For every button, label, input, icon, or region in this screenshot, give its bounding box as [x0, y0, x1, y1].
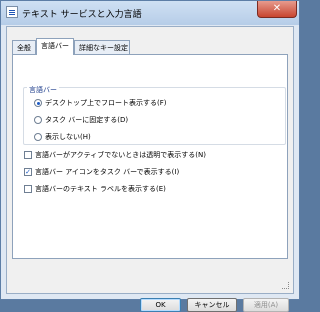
checkbox-text-labels-label: 言語バーのテキスト ラベルを表示する(E): [35, 185, 166, 193]
close-icon: ✕: [272, 3, 282, 14]
keyboard-icon: [6, 6, 18, 18]
language-bar-group-label: 言語バー: [27, 85, 59, 95]
dialog-window: テキスト サービスと入力言語 ✕ 全般 言語バー 詳細なキー設定 デスクトップ上…: [0, 0, 300, 312]
resize-grip[interactable]: [282, 282, 289, 289]
tab-general[interactable]: 全般: [12, 40, 36, 54]
ok-button[interactable]: OK: [140, 298, 181, 312]
cancel-button[interactable]: キャンセル: [187, 298, 237, 312]
radio-hidden-label: 表示しない(H): [45, 133, 91, 141]
apply-button[interactable]: 適用(A): [243, 298, 289, 312]
radio-button[interactable]: [34, 133, 42, 141]
checkbox[interactable]: [24, 151, 32, 159]
checkbox-checked[interactable]: ✓: [24, 168, 32, 176]
checkbox-taskbar-icon-label: 言語バー アイコンをタスク バーで表示する(I): [35, 168, 180, 176]
checkbox-transparent-label: 言語バーがアクティブでないときは透明で表示する(N): [35, 151, 206, 159]
radio-floating-label: デスクトップ上でフロート表示する(F): [45, 99, 167, 107]
tab-panel: デスクトップ上でフロート表示する(F) タスク バーに固定する(D) 表示しない…: [12, 54, 288, 259]
tab-advanced-key-settings[interactable]: 詳細なキー設定: [74, 40, 130, 54]
title-bar[interactable]: テキスト サービスと入力言語 ✕: [1, 1, 299, 25]
checkbox[interactable]: [24, 185, 32, 193]
radio-button[interactable]: [34, 99, 42, 107]
radio-button[interactable]: [34, 116, 42, 124]
radio-docked-label: タスク バーに固定する(D): [45, 116, 129, 124]
language-bar-group: デスクトップ上でフロート表示する(F) タスク バーに固定する(D) 表示しない…: [23, 87, 286, 145]
close-button[interactable]: ✕: [257, 1, 297, 18]
dialog-client-area: 全般 言語バー 詳細なキー設定 デスクトップ上でフロート表示する(F) タスク …: [6, 26, 294, 312]
window-title: テキスト サービスと入力言語: [22, 10, 142, 20]
tab-language-bar[interactable]: 言語バー: [36, 38, 74, 55]
